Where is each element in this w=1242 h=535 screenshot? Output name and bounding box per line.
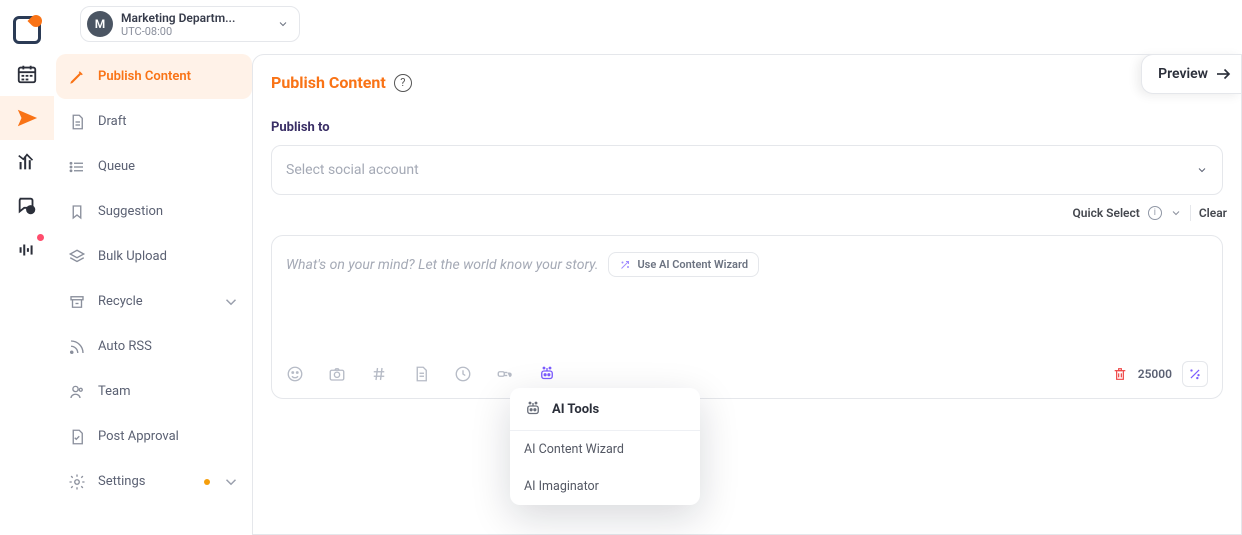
rss-icon	[68, 338, 86, 356]
magic-wand-icon	[619, 259, 631, 271]
chevron-down-icon	[222, 293, 240, 311]
hashtag-icon	[370, 365, 388, 383]
sidebar-item-bulk-upload[interactable]: Bulk Upload	[56, 234, 252, 279]
page-title: Publish Content	[271, 73, 386, 92]
ai-content-wizard-button[interactable]: Use AI Content Wizard	[608, 252, 759, 277]
check-document-icon	[68, 428, 86, 446]
emoji-icon	[286, 365, 304, 383]
ai-tools-popover: AI Tools AI Content Wizard AI Imaginator	[510, 388, 700, 505]
document-icon	[68, 113, 86, 131]
rail-calendar[interactable]	[0, 52, 54, 96]
chat-icon	[16, 195, 38, 217]
clock-icon	[454, 365, 472, 383]
list-icon	[68, 158, 86, 176]
paper-plane-icon	[16, 107, 38, 129]
camera-button[interactable]	[328, 365, 346, 383]
help-icon[interactable]: ?	[394, 74, 412, 92]
sidebar-item-label: Suggestion	[98, 204, 240, 219]
magic-wand-icon	[1188, 367, 1202, 381]
robot-icon	[524, 400, 542, 418]
chart-icon	[16, 151, 38, 173]
document-icon	[412, 365, 430, 383]
emoji-button[interactable]	[286, 365, 304, 383]
sidebar-item-label: Publish Content	[98, 69, 240, 84]
user-icon	[68, 383, 86, 401]
workspace-timezone: UTC-08:00	[121, 25, 277, 38]
composer-placeholder[interactable]: What's on your mind? Let the world know …	[286, 257, 598, 273]
sidebar-item-label: Queue	[98, 159, 240, 174]
rail-analytics[interactable]	[0, 140, 54, 184]
quick-select-button[interactable]: Quick Select	[1073, 206, 1140, 220]
robot-icon	[538, 365, 556, 383]
notification-dot-icon	[204, 479, 210, 485]
select-social-account[interactable]: Select social account	[271, 145, 1223, 195]
sidebar-item-suggestion[interactable]: Suggestion	[56, 189, 252, 234]
sidebar-item-label: Team	[98, 384, 240, 399]
sidebar-item-settings[interactable]: Settings	[56, 459, 252, 504]
divider	[1190, 205, 1191, 221]
waveform-icon	[16, 239, 38, 261]
app-logo[interactable]	[0, 8, 54, 52]
pencil-icon	[68, 68, 86, 86]
sidebar-item-post-approval[interactable]: Post Approval	[56, 414, 252, 459]
popover-title: AI Tools	[552, 402, 599, 417]
char-count: 25000	[1138, 367, 1172, 381]
ai-tools-button[interactable]	[538, 365, 556, 383]
publish-to-label: Publish to	[253, 92, 1241, 145]
notification-dot-icon	[37, 234, 44, 241]
rail-engage[interactable]	[0, 184, 54, 228]
trash-icon	[1112, 366, 1128, 382]
sidebar-item-draft[interactable]: Draft	[56, 99, 252, 144]
schedule-button[interactable]	[454, 365, 472, 383]
popover-item-imaginator[interactable]: AI Imaginator	[510, 468, 700, 505]
bookmark-icon	[68, 203, 86, 221]
calendar-icon	[16, 63, 38, 85]
plug-icon	[496, 365, 514, 383]
info-icon[interactable]: i	[1148, 206, 1162, 220]
archive-icon	[68, 293, 86, 311]
wizard-label: Use AI Content Wizard	[637, 258, 748, 271]
sidebar-item-publish-content[interactable]: Publish Content	[56, 54, 252, 99]
sidebar-item-team[interactable]: Team	[56, 369, 252, 414]
sidebar-item-label: Post Approval	[98, 429, 240, 444]
sidebar-item-label: Bulk Upload	[98, 249, 240, 264]
chevron-down-icon	[222, 473, 240, 491]
sidebar-item-queue[interactable]: Queue	[56, 144, 252, 189]
popover-item-content-wizard[interactable]: AI Content Wizard	[510, 431, 700, 468]
clear-button[interactable]: Clear	[1199, 206, 1227, 220]
template-button[interactable]	[412, 365, 430, 383]
sidebar-item-label: Draft	[98, 114, 240, 129]
magic-enhance-button[interactable]	[1182, 361, 1208, 387]
camera-icon	[328, 365, 346, 383]
stack-icon	[68, 248, 86, 266]
chevron-down-icon	[1196, 164, 1208, 176]
composer: What's on your mind? Let the world know …	[271, 235, 1223, 399]
workspace-avatar: M	[87, 11, 113, 37]
rail-audio[interactable]	[0, 228, 54, 272]
chevron-down-icon[interactable]	[1170, 207, 1182, 219]
sidebar-item-recycle[interactable]: Recycle	[56, 279, 252, 324]
sidebar-item-label: Auto RSS	[98, 339, 240, 354]
sidebar-item-label: Settings	[98, 474, 196, 489]
workspace-switcher[interactable]: M Marketing Departm... UTC-08:00	[80, 6, 300, 42]
gear-icon	[68, 473, 86, 491]
sidebar-item-auto-rss[interactable]: Auto RSS	[56, 324, 252, 369]
logo-icon	[13, 16, 41, 44]
plug-button[interactable]	[496, 365, 514, 383]
select-placeholder: Select social account	[286, 162, 419, 178]
sidebar-item-label: Recycle	[98, 294, 210, 309]
chevron-down-icon	[277, 18, 289, 30]
rail-publish[interactable]	[0, 96, 54, 140]
workspace-name: Marketing Departm...	[121, 11, 277, 25]
delete-button[interactable]	[1112, 366, 1128, 382]
hashtag-button[interactable]	[370, 365, 388, 383]
